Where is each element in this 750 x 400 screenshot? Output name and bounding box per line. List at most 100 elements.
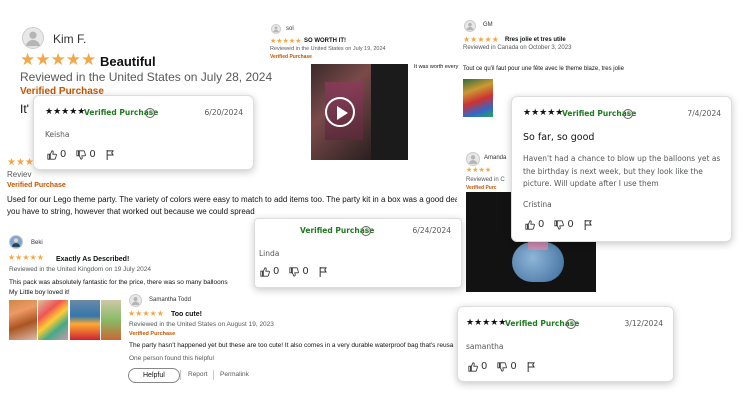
beki-review-title[interactable]: Exactly As Described! — [56, 256, 129, 263]
samantha-todd-review-title[interactable]: Too cute! — [171, 311, 202, 318]
sol-verified-badge: Verified Purchase — [270, 54, 312, 60]
thumbs-down-icon — [289, 266, 300, 277]
samantha-reviewer-name: samantha — [466, 342, 504, 351]
thumbs-up-count: 0 — [273, 266, 280, 277]
samantha-todd-avatar — [129, 294, 142, 307]
kim-review-meta: Reviewed in the United States on July 28… — [20, 70, 273, 84]
sol-review-side-text: It was worth every — [414, 64, 459, 70]
flag-icon[interactable] — [106, 149, 115, 160]
thumbs-up-button[interactable]: 0 — [260, 266, 279, 277]
thumbs-up-button[interactable]: 0 — [47, 149, 66, 160]
gm-reviewer-name: GM — [483, 22, 493, 28]
thumbs-up-button[interactable]: 0 — [525, 219, 544, 230]
cristina-reviewer-name: Cristina — [523, 200, 552, 209]
info-icon[interactable]: i — [361, 226, 371, 236]
beki-reviewer-name: Beki — [31, 240, 43, 246]
sol-review-video[interactable] — [311, 64, 408, 160]
thumbs-down-button[interactable]: 0 — [554, 219, 574, 230]
beki-review-photo-1[interactable] — [9, 300, 37, 340]
review-card-samantha: ★★★★★ Verified Purchase i 3/12/2024 sama… — [457, 306, 674, 382]
samantha-todd-star-rating: ★★★★★ — [128, 309, 164, 318]
user-avatar-icon — [466, 22, 474, 31]
linda-review-date: 6/24/2024 — [412, 226, 451, 235]
beki-review-photo-2[interactable] — [38, 300, 68, 340]
samantha-todd-verified-badge: Verified Purchase — [129, 331, 176, 337]
thumbs-up-button[interactable]: 0 — [468, 361, 487, 372]
keisha-review-date: 6/20/2024 — [204, 108, 243, 117]
review-card-keisha: ★★★★★ Verified Purchase i 6/20/2024 Keis… — [33, 95, 254, 170]
samantha-star-rating: ★★★★★ — [466, 318, 507, 328]
sol-avatar — [271, 24, 281, 34]
gm-review-title[interactable]: Rres jolie et tres utile — [505, 37, 566, 43]
beki-avatar — [9, 235, 23, 249]
user-avatar-icon — [468, 155, 478, 164]
lego-star-rating: ★★★ — [7, 157, 34, 168]
thumbs-up-icon — [47, 149, 57, 160]
report-link[interactable]: Report — [188, 371, 208, 378]
divider — [180, 370, 181, 380]
amanda-star-rating: ★★★★ — [466, 167, 492, 174]
thumbs-up-icon — [468, 361, 478, 372]
info-icon[interactable]: i — [623, 109, 633, 119]
user-avatar-icon — [131, 297, 140, 305]
beki-review-meta: Reviewed in the United Kingdom on 19 Jul… — [9, 266, 152, 273]
beki-review-photo-3[interactable] — [70, 300, 100, 340]
cristina-review-body: Haven't had a chance to blow up the ball… — [523, 154, 721, 188]
linda-reviewer-name: Linda — [259, 249, 280, 258]
beki-review-body-line2: My Little boy loved it! — [9, 289, 70, 296]
thumbs-down-button[interactable]: 0 — [497, 361, 517, 372]
beki-star-rating: ★★★★★ — [8, 253, 44, 262]
gm-review-meta: Reviewed in Canada on October 3, 2023 — [463, 45, 572, 51]
beki-review-photo-4[interactable] — [101, 300, 121, 340]
thumbs-down-count: 0 — [89, 149, 96, 160]
sol-review-title[interactable]: SO WORTH IT! — [304, 38, 346, 44]
user-avatar-icon — [273, 26, 279, 33]
thumbs-up-icon — [260, 266, 270, 277]
thumbs-down-button[interactable]: 0 — [76, 149, 96, 160]
amanda-reviewer-name: Amanda — [484, 155, 507, 161]
sol-reviewer-name: sol — [286, 26, 294, 32]
permalink-link[interactable]: Permalink — [220, 371, 249, 378]
samantha-todd-review-body: The party hasn't happened yet but these … — [129, 342, 454, 349]
amanda-review-meta: Reviewed in C — [466, 177, 505, 183]
review-card-linda: Verified Purchase i 6/24/2024 Linda 0 0 — [254, 218, 462, 288]
gm-avatar — [464, 20, 476, 32]
lego-review-body-line2: you have to string, however that worked … — [7, 207, 255, 216]
info-icon[interactable]: i — [145, 108, 155, 118]
samantha-review-date: 3/12/2024 — [624, 319, 663, 328]
keisha-actions: 0 0 — [47, 149, 115, 160]
thumbs-down-button[interactable]: 0 — [289, 266, 309, 277]
cristina-review-title: So far, so good — [523, 132, 595, 143]
gm-review-photo[interactable] — [463, 79, 493, 117]
thumbs-down-icon — [497, 361, 508, 372]
keisha-star-rating: ★★★★★ — [45, 107, 86, 117]
divider — [213, 370, 214, 380]
linda-actions: 0 0 — [260, 266, 328, 277]
amanda-avatar — [466, 152, 480, 166]
gm-star-rating: ★★★★★ — [463, 35, 499, 44]
flag-icon[interactable] — [584, 219, 593, 230]
gm-review-body: Tout ce qu'il faut pour une fête avec le… — [463, 66, 624, 72]
sol-review-meta: Reviewed in the United States on July 19… — [270, 46, 386, 52]
samantha-todd-review-meta: Reviewed in the United States on August … — [129, 321, 274, 328]
thumbs-down-icon — [554, 219, 565, 230]
samantha-actions: 0 0 — [468, 361, 536, 372]
info-icon[interactable]: i — [566, 319, 576, 329]
kim-review-title[interactable]: Beautiful — [100, 54, 156, 69]
play-icon[interactable] — [325, 97, 355, 127]
amanda-verified-badge: Verified Purc — [466, 185, 497, 191]
flag-icon[interactable] — [319, 266, 328, 277]
kim-star-rating: ★★★★★ — [20, 50, 97, 69]
cristina-star-rating: ★★★★★ — [523, 108, 564, 118]
thumbs-up-count: 0 — [60, 149, 67, 160]
thumbs-down-count: 0 — [302, 266, 309, 277]
helpful-button[interactable]: Helpful — [128, 368, 180, 383]
user-avatar-icon — [11, 238, 21, 247]
kim-avatar — [22, 27, 44, 49]
thumbs-down-icon — [76, 149, 87, 160]
thumbs-up-count: 0 — [538, 219, 545, 230]
thumbs-up-count: 0 — [481, 361, 488, 372]
flag-icon[interactable] — [527, 361, 536, 372]
review-card-cristina: ★★★★★ Verified Purchase i 7/4/2024 So fa… — [511, 96, 732, 242]
lego-review-body-line1: Used for our Lego theme party. The varie… — [7, 195, 457, 204]
